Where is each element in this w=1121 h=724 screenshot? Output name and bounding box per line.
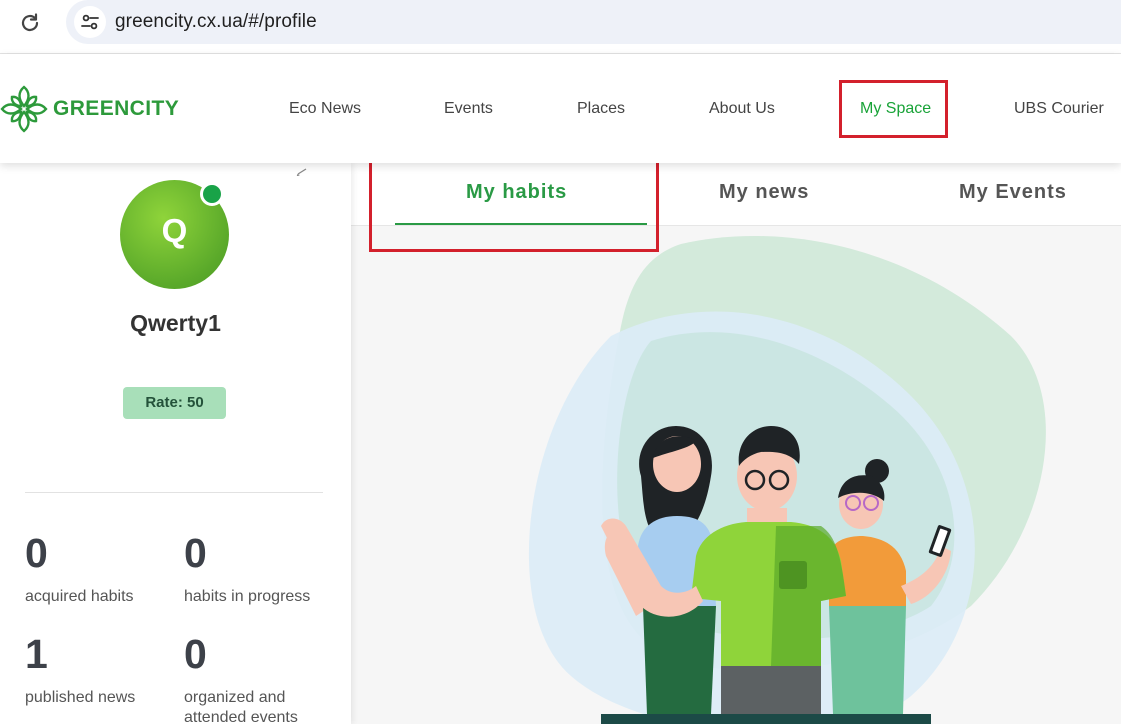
greencity-leaf-logo-icon [0, 85, 48, 138]
stat-acquired-habits-label: acquired habits [25, 588, 134, 605]
people-illustration [529, 235, 1046, 724]
tab-my-news[interactable]: My news [719, 181, 809, 204]
sidebar-divider [25, 492, 323, 493]
tab-my-events[interactable]: My Events [959, 181, 1067, 204]
logo-text: GREENCITY [53, 97, 180, 120]
url-text[interactable]: greencity.cx.ua/#/profile [115, 11, 317, 33]
online-status-dot [200, 182, 224, 206]
stat-acquired-habits-value: 0 [25, 530, 48, 576]
nav-eco-news[interactable]: Eco News [289, 100, 361, 118]
profile-main: My habits My news My Events [351, 141, 1121, 724]
avatar-letter: Q [161, 212, 188, 249]
address-bar[interactable]: greencity.cx.ua/#/profile [66, 0, 1121, 44]
stat-events-value: 0 [184, 631, 207, 677]
rate-badge: Rate: 50 [123, 387, 226, 419]
my-space-highlight-box [839, 80, 948, 138]
edit-pencil-icon[interactable] [296, 163, 310, 181]
site-logo[interactable]: GREENCITY [0, 85, 190, 133]
reload-icon[interactable] [18, 11, 42, 35]
nav-ubs-courier[interactable]: UBS Courier [1014, 100, 1104, 118]
stat-habits-in-progress-label: habits in progress [184, 588, 311, 605]
site-info-icon[interactable] [74, 6, 106, 38]
profile-username: Qwerty1 [130, 310, 221, 336]
stat-habits-in-progress-value: 0 [184, 530, 207, 576]
site-header: GREENCITY Eco News Events Places About U… [0, 54, 1121, 163]
stat-events-label: organized and attended events [184, 689, 298, 724]
stat-published-news-label: published news [25, 689, 136, 706]
nav-places[interactable]: Places [577, 100, 625, 118]
stat-published-news-value: 1 [25, 631, 48, 677]
profile-sidebar: Q Qwerty1 Rate: 50 0 acquired habits 0 h… [0, 163, 351, 724]
browser-toolbar: greencity.cx.ua/#/profile [0, 0, 1121, 46]
nav-about-us[interactable]: About Us [709, 100, 775, 118]
nav-events[interactable]: Events [444, 100, 493, 118]
